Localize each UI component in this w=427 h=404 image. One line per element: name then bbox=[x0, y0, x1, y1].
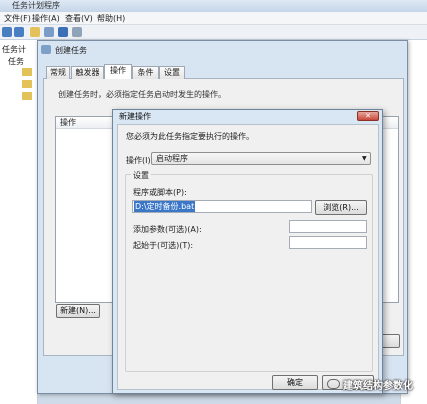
tree-item-library[interactable]: 任务 bbox=[8, 56, 24, 67]
tab-conditions[interactable]: 条件 bbox=[132, 66, 159, 79]
tab-actions[interactable]: 操作 bbox=[104, 64, 132, 79]
watermark-text: 建筑结构参数化 bbox=[343, 381, 413, 392]
start-in-input[interactable] bbox=[289, 236, 367, 249]
close-button[interactable]: ✕ bbox=[357, 111, 379, 121]
tab-general[interactable]: 常规 bbox=[46, 66, 70, 79]
new-action-button[interactable]: 新建(N)... bbox=[56, 304, 100, 318]
folder-icon bbox=[22, 68, 32, 76]
arguments-input[interactable] bbox=[289, 220, 367, 233]
column-action[interactable]: 操作 bbox=[60, 117, 76, 129]
tab-settings[interactable]: 设置 bbox=[159, 66, 185, 79]
create-task-description: 创建任务时，必须指定任务启动时发生的操作。 bbox=[58, 90, 226, 99]
browse-button[interactable]: 浏览(R)... bbox=[315, 200, 367, 215]
panel-icon[interactable] bbox=[72, 27, 82, 37]
settings-label: 设置 bbox=[131, 170, 151, 181]
menu-file[interactable]: 文件(F) bbox=[4, 12, 31, 25]
ok-button[interactable]: 确定 bbox=[272, 375, 318, 390]
tab-triggers[interactable]: 触发器 bbox=[71, 66, 104, 79]
program-input-value: D:\定时备份.bat bbox=[134, 201, 196, 212]
task-icon bbox=[41, 45, 51, 54]
back-icon[interactable] bbox=[2, 27, 12, 37]
wechat-icon bbox=[327, 379, 340, 389]
program-label: 程序或脚本(P): bbox=[133, 188, 187, 197]
folder-icon bbox=[22, 92, 32, 100]
tree-root[interactable]: 任务计 bbox=[2, 44, 26, 55]
menu-view[interactable]: 查看(V) bbox=[65, 12, 93, 25]
action-label: 操作(I): bbox=[126, 156, 154, 165]
create-task-title: 创建任务 bbox=[55, 46, 87, 55]
menu-action[interactable]: 操作(A) bbox=[32, 12, 60, 25]
help-icon[interactable] bbox=[58, 27, 68, 37]
menu-help[interactable]: 帮助(H) bbox=[97, 12, 125, 25]
main-window-title: 任务计划程序 bbox=[12, 1, 60, 10]
forward-icon[interactable] bbox=[14, 27, 24, 37]
action-select[interactable]: 启动程序 bbox=[151, 152, 371, 165]
instruction-text: 您必须为此任务指定要执行的操作。 bbox=[126, 132, 254, 141]
folder-icon bbox=[22, 80, 32, 88]
new-action-title: 新建操作 bbox=[119, 112, 151, 121]
arguments-label: 添加参数(可选)(A): bbox=[133, 225, 202, 234]
start-in-label: 起始于(可选)(T): bbox=[133, 241, 194, 250]
tree-pane bbox=[0, 40, 38, 404]
main-titlebar bbox=[0, 0, 427, 12]
folder-icon[interactable] bbox=[30, 27, 40, 37]
chevron-down-icon: ▼ bbox=[362, 155, 367, 162]
properties-icon[interactable] bbox=[44, 27, 54, 37]
